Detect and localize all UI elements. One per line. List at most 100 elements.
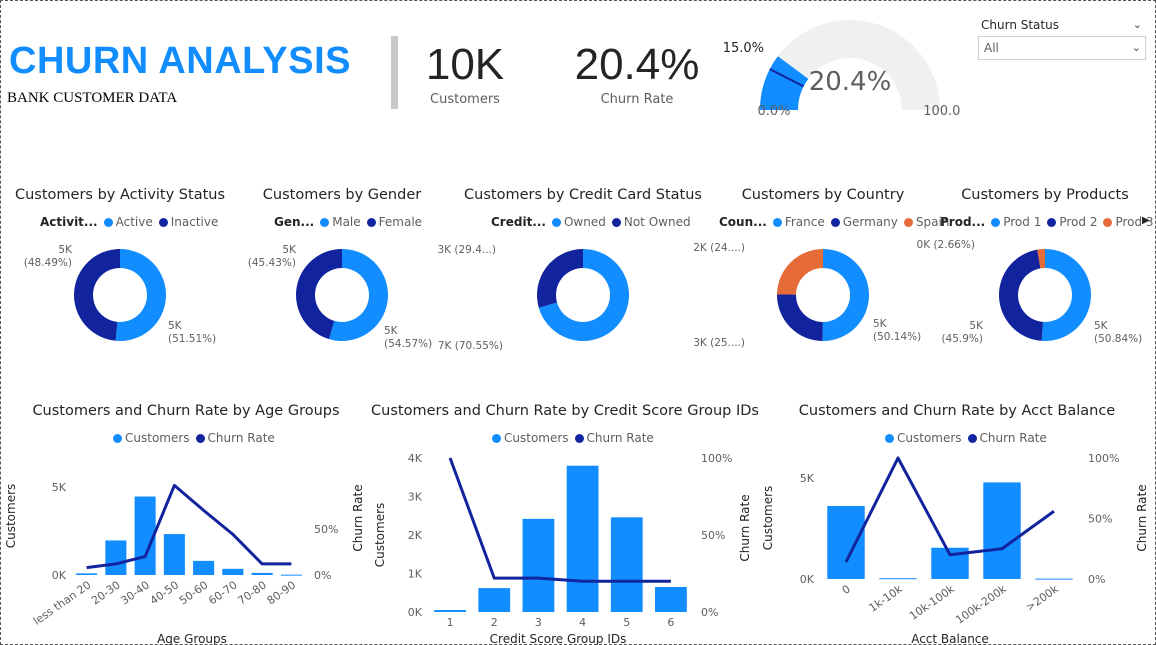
legend-item[interactable]: Active <box>116 215 153 229</box>
chart-title: Customers by Credit Card Status <box>464 187 702 203</box>
legend-item[interactable]: Churn Rate <box>980 431 1047 445</box>
data-label-line: (50.14%) <box>873 331 922 343</box>
legend-swatch <box>320 218 330 227</box>
right-arrow-icon[interactable]: ▶ <box>1142 215 1150 226</box>
legend-item[interactable]: Female <box>379 215 422 229</box>
chevron-down-icon[interactable]: ⌄ <box>1133 14 1142 36</box>
data-label: 0K (2.66%) <box>917 239 975 252</box>
donut-slice[interactable] <box>999 249 1044 341</box>
legend-swatch <box>103 218 113 227</box>
donut-slice[interactable] <box>777 249 823 295</box>
chart-title: Customers by Gender <box>262 187 422 203</box>
chart-title: Customers and Churn Rate by Credit Score… <box>371 403 759 419</box>
kpi-card-customers: 10K Customers <box>420 40 510 107</box>
data-label-line: (45.9%) <box>941 333 983 345</box>
kpi-label: Customers <box>430 92 500 107</box>
gauge-target-label: 15.0% <box>723 41 764 56</box>
donut-chart <box>537 249 629 341</box>
donut-slice[interactable] <box>115 249 166 341</box>
legend-item[interactable]: Not Owned <box>624 215 691 229</box>
legend-item[interactable]: Prod 1 <box>1003 215 1041 229</box>
legend-swatch <box>113 434 122 443</box>
data-label-line: (51.51%) <box>168 333 217 345</box>
data-label: 7K (70.55%) <box>438 340 503 353</box>
chart-legend: Coun... France Germany Spain <box>719 215 949 229</box>
data-label: 5K (50.14%) <box>873 318 921 344</box>
chart-legend: Activit... Active Inactive <box>40 215 218 229</box>
gauge-max-label: 100.0% <box>923 104 960 119</box>
data-label-line: (54.57%) <box>384 338 433 350</box>
legend-title: Prod... <box>940 215 986 229</box>
data-label: 5K (50.84%) <box>1094 320 1142 346</box>
kpi-label: Churn Rate <box>600 92 674 107</box>
legend-item[interactable]: Inactive <box>171 215 219 229</box>
legend-swatch <box>574 434 584 443</box>
data-label: 3K (29.4...) <box>438 244 497 257</box>
legend-swatch <box>195 434 205 443</box>
legend-swatch <box>366 218 376 227</box>
data-label: 5K (48.49%) <box>24 244 72 270</box>
data-label-line: 5K <box>1094 320 1108 332</box>
donut-slice[interactable] <box>1041 249 1091 341</box>
legend-swatch <box>772 218 782 227</box>
donut-chart <box>296 249 388 341</box>
legend-item[interactable]: Churn Rate <box>587 431 654 445</box>
chart-legend: Customers Churn Rate <box>492 431 654 445</box>
legend-title: Coun... <box>719 215 767 229</box>
legend-swatch <box>967 434 977 443</box>
donut-slice[interactable] <box>73 249 120 341</box>
donut-slice[interactable] <box>777 294 823 341</box>
churn-status-slicer[interactable]: Churn Status ⌄ All ⌄ <box>978 14 1146 60</box>
chart-legend: Gen... Male Female <box>274 215 422 229</box>
legend-item[interactable]: Customers <box>897 431 962 445</box>
slicer-header[interactable]: Churn Status ⌄ <box>978 14 1146 36</box>
legend-item[interactable]: Germany <box>843 215 898 229</box>
data-label-line: 3K (29.4...) <box>437 244 497 256</box>
data-label-line: 5K <box>969 320 983 332</box>
chart-legend: Credit... Owned Not Owned <box>491 215 691 229</box>
data-label-line: (50.84%) <box>1094 333 1143 345</box>
chart-title: Customers and Churn Rate by Acct Balance <box>798 403 1116 419</box>
kpi-value: 20.4% <box>574 40 700 89</box>
gauge-value-label: 20.4% <box>809 67 892 97</box>
legend-item[interactable]: Prod 2 <box>1059 215 1097 229</box>
slicer-title: Churn Status <box>981 18 1059 32</box>
chevron-down-icon[interactable]: ⌄ <box>1132 37 1141 59</box>
legend-swatch <box>830 218 840 227</box>
legend-title: Gen... <box>274 215 315 229</box>
legend-swatch <box>903 218 913 227</box>
data-label: 5K (45.9%) <box>941 320 983 346</box>
legend-item[interactable]: Customers <box>125 431 190 445</box>
data-label-line: 2K (24....) <box>693 242 745 254</box>
kpi-value: 10K <box>425 40 505 89</box>
legend-item[interactable]: Churn Rate <box>208 431 275 445</box>
data-label: 5K (54.57%) <box>384 325 432 351</box>
slicer-dropdown[interactable]: All ⌄ <box>978 36 1146 60</box>
legend-item[interactable]: Customers <box>504 431 569 445</box>
legend-item[interactable]: Owned <box>564 215 606 229</box>
data-label-line: 3K (25....) <box>693 337 745 349</box>
legend-title: Credit... <box>491 215 546 229</box>
legend-swatch <box>1103 218 1113 227</box>
legend-swatch <box>492 434 501 443</box>
data-label: 5K (51.51%) <box>168 320 216 346</box>
legend-swatch <box>551 218 561 227</box>
donut-chart <box>999 249 1091 341</box>
chart-legend: Customers Churn Rate <box>113 431 275 445</box>
chart-legend: Prod... Prod 1 Prod 2 Prod 3 <box>940 215 1154 229</box>
donut-slice[interactable] <box>822 249 869 341</box>
data-label: 5K (45.43%) <box>248 244 296 270</box>
legend-swatch <box>1047 218 1057 227</box>
chart-title: Customers by Products <box>961 187 1129 203</box>
donut-slice[interactable] <box>537 249 583 308</box>
data-label-line: 7K (70.55%) <box>437 340 503 352</box>
chart-legend: Customers Churn Rate <box>885 431 1047 445</box>
data-label-line: 0K (2.66%) <box>916 239 975 251</box>
legend-title: Activit... <box>40 215 98 229</box>
legend-item[interactable]: Male <box>332 215 360 229</box>
legend-swatch <box>991 218 1001 227</box>
legend-item[interactable]: France <box>785 215 825 229</box>
donut-chart <box>73 249 166 341</box>
page-subtitle: BANK CUSTOMER DATA <box>7 90 178 106</box>
kpi-card-churn-rate: 20.4% Churn Rate <box>570 40 704 107</box>
